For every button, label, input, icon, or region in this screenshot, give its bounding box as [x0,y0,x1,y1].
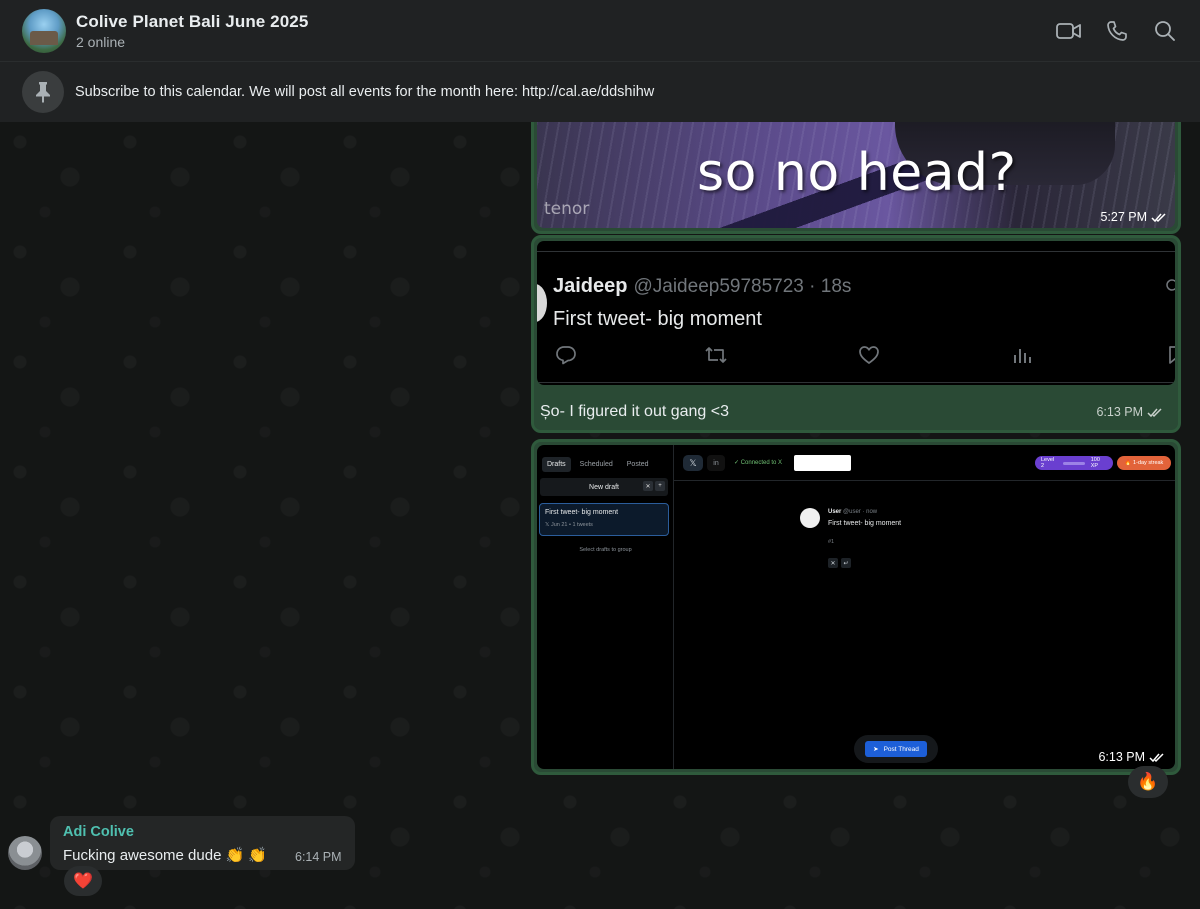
bookmark-icon [1163,342,1175,368]
linkedin-icon: in [707,455,725,471]
redacted-box [794,455,851,471]
pinned-text: Subscribe to this calendar. We will post… [75,84,655,100]
divider [537,251,1175,252]
post-user: User @user · now [828,509,877,515]
tab-posted: Posted [626,461,649,468]
tab-scheduled: Scheduled [579,461,613,468]
sender-name[interactable]: Adi Colive [63,824,134,840]
online-status: 2 online [76,33,126,50]
tenor-watermark: tenor [544,199,590,219]
close-icon: ✕ [828,558,838,568]
chat-area[interactable]: so no head? tenor 5:27 PM Jaideep @Jaide… [0,122,1200,909]
tweet-text: First tweet- big moment [553,308,762,330]
pinned-message-bar[interactable]: Subscribe to this calendar. We will post… [0,62,1200,122]
divider [537,382,1175,383]
draft-meta: 𝕏 Jun 21 • 1 tweets [545,522,593,528]
tweet-handle: @Jaideep59785723 · 18s [633,276,852,297]
screenshot-toolbar: 𝕏 in ✓ Connected to X Level 2 100 XP 🔥 1… [674,445,1175,481]
group-avatar[interactable] [22,8,66,53]
message-time: 6:13 PM [1096,405,1164,419]
post-user-handle: @user · now [843,509,878,515]
new-draft-label: New draft [589,483,619,491]
time-label: 6:13 PM [1096,405,1143,419]
avatar [800,508,820,528]
chat-header[interactable]: Colive Planet Bali June 2025 2 online [0,0,1200,62]
grok-icon [1165,277,1175,293]
search-icon[interactable] [1152,18,1178,44]
fire-reaction[interactable]: 🔥 [1128,766,1168,798]
gif-image[interactable]: so no head? tenor [537,122,1175,228]
tweet-avatar [537,284,547,322]
views-icon [1009,342,1035,368]
x-logo-icon: ✕ [643,481,653,491]
xp-label: 100 XP [1090,457,1100,469]
tweet-author-name: Jaideep [553,275,628,297]
tweet-caption-row: Șo- I figured it out gang <3 6:13 PM [540,403,1164,421]
heart-reaction[interactable]: ❤️ [64,866,102,896]
tweet-screenshot[interactable]: Jaideep @Jaideep59785723 · 18s First twe… [537,241,1175,385]
return-icon: ↵ [841,558,851,568]
time-label: 5:27 PM [1100,210,1147,224]
reply-icon [553,342,579,368]
message-time: 6:13 PM [1098,750,1166,764]
screenshot-tabs: Drafts Scheduled Posted [542,457,654,472]
post-controls: ✕ ↵ [828,558,851,568]
tab-drafts: Drafts [542,457,571,472]
screenshot-sidebar: Drafts Scheduled Posted New draft ✕ + Fi… [537,445,674,769]
message-time: 6:14 PM [295,850,342,864]
post-text: First tweet- big moment [828,520,902,527]
incoming-message[interactable]: Adi Colive Fucking awesome dude 👏 👏 6:14… [50,816,355,870]
header-actions [1056,18,1178,44]
message-text: Șo- I figured it out gang <3 [540,403,730,420]
app-screenshot[interactable]: Drafts Scheduled Posted New draft ✕ + Fi… [537,445,1175,769]
double-check-icon [1151,212,1168,223]
send-icon: ➤ [873,746,879,753]
level-label: Level 2 [1041,457,1055,469]
plus-icon: + [655,481,665,491]
outgoing-image-message[interactable]: Drafts Scheduled Posted New draft ✕ + Fi… [531,439,1181,775]
draft-title: First tweet- big moment [545,509,619,516]
chat-title: Colive Planet Bali June 2025 [76,11,309,31]
post-thread-button: ➤ Post Thread [865,741,927,757]
tweet-actions [553,342,1175,368]
streak-badge: 🔥 1-day streak [1117,456,1171,470]
post-number: #1 [828,539,835,545]
tweet-header: Jaideep @Jaideep59785723 · 18s [553,275,851,298]
time-label: 6:13 PM [1098,750,1145,764]
outgoing-tweet-message[interactable]: Jaideep @Jaideep59785723 · 18s First twe… [531,235,1181,433]
double-check-icon [1147,407,1164,418]
select-hint: Select drafts to group [579,547,632,553]
post-thread-bar: ➤ Post Thread [854,735,938,763]
xp-bar [1063,461,1085,465]
pin-icon [22,71,64,113]
like-icon [856,342,882,368]
new-draft-button: New draft ✕ + [540,478,668,496]
outgoing-gif-message[interactable]: so no head? tenor 5:27 PM [531,122,1181,234]
connected-status: ✓ Connected to X [734,460,783,466]
header-text[interactable]: Colive Planet Bali June 2025 2 online [76,12,308,50]
message-time: 5:27 PM [1100,210,1168,224]
double-check-icon [1149,752,1166,763]
x-logo-icon: 𝕏 [683,455,703,471]
video-call-icon[interactable] [1056,18,1082,44]
retweet-icon [703,342,729,368]
post-user-name: User [828,509,842,515]
voice-call-icon[interactable] [1104,18,1130,44]
level-badge: Level 2 100 XP [1035,456,1113,470]
post-thread-label: Post Thread [883,745,919,753]
gif-caption: so no head? [697,143,1017,203]
message-text: Fucking awesome dude 👏 👏 [63,847,268,864]
draft-card: First tweet- big moment 𝕏 Jun 21 • 1 twe… [539,503,669,536]
sender-avatar[interactable] [8,836,42,870]
